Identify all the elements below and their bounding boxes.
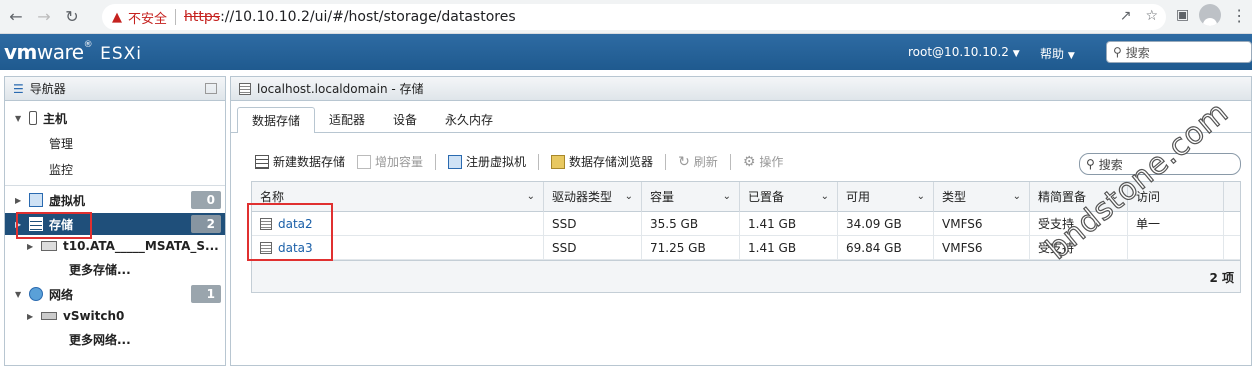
tab-devices[interactable]: 设备 <box>379 107 431 133</box>
collapsed-caret-icon[interactable]: ▶ <box>15 196 25 205</box>
increase-capacity-icon <box>357 154 372 169</box>
new-datastore-button[interactable]: 新建数据存储 <box>255 153 345 170</box>
tab-adapters[interactable]: 适配器 <box>315 107 379 133</box>
navigator-panel: ☰ 导航器 ▼ 主机 管理 监控 ▶ 虚拟机 0 ▶ 存储 2 ▶ t10.AT… <box>4 76 226 366</box>
column-header-drive-type[interactable]: 驱动器类型 ⌄ <box>544 182 642 212</box>
table-footer: 2 项 <box>252 260 1240 292</box>
provisioned-cell: 1.41 GB <box>740 212 838 236</box>
column-header-type[interactable]: 类型 ⌄ <box>934 182 1030 212</box>
provisioned-cell: 1.41 GB <box>740 236 838 260</box>
register-vm-button[interactable]: 注册虚拟机 <box>448 153 526 170</box>
collapse-panel-icon[interactable] <box>205 83 217 94</box>
warning-icon: ▲ <box>112 9 122 25</box>
chevron-down-icon: ⌄ <box>916 191 925 202</box>
panel-title: localhost.localdomain - 存储 <box>257 82 424 96</box>
nav-item-monitor[interactable]: 监控 <box>49 161 73 178</box>
increase-capacity-button[interactable]: 增加容量 <box>357 153 423 170</box>
free-cell: 34.09 GB <box>838 212 934 236</box>
chevron-down-icon: ▼ <box>1012 49 1020 59</box>
chevron-down-icon: ▼ <box>1067 51 1075 61</box>
help-menu[interactable]: 帮助 ▼ <box>1040 45 1075 62</box>
chevron-down-icon: ⌄ <box>526 191 535 202</box>
chevron-down-icon: ⌄ <box>722 191 731 202</box>
item-count: 2 项 <box>1209 271 1234 285</box>
sidebar-icon[interactable]: ▣ <box>1176 7 1189 23</box>
global-search-input[interactable]: ⚲ 搜索 <box>1106 41 1252 63</box>
drive-type-cell: SSD <box>544 236 642 260</box>
browser-toolbar: ← → ↻ ▲ 不安全 https ://10.10.10.2/ui/#/hos… <box>0 0 1252 34</box>
storage-count-badge: 2 <box>191 215 221 233</box>
drive-type-cell: SSD <box>544 212 642 236</box>
capacity-cell: 71.25 GB <box>642 236 740 260</box>
vm-icon <box>29 193 43 207</box>
new-datastore-icon <box>255 154 269 169</box>
disk-icon <box>41 241 57 251</box>
datastore-highlight-box <box>247 203 333 261</box>
nav-item-vms[interactable]: ▶ 虚拟机 0 <box>5 189 225 211</box>
esxi-header: vmware® ESXi root@10.10.10.2 ▼ 帮助 ▼ ⚲ 搜索 <box>0 34 1252 70</box>
forward-icon[interactable]: → <box>30 3 58 31</box>
chevron-down-icon: ⌄ <box>820 191 829 202</box>
nav-item-more-storage[interactable]: 更多存储... <box>69 261 131 278</box>
nav-item-storage-device[interactable]: ▶ t10.ATA_____MSATA_S... <box>5 235 225 257</box>
actions-button[interactable]: ⚙ 操作 <box>743 153 784 170</box>
expanded-caret-icon[interactable]: ▼ <box>15 290 25 299</box>
address-bar[interactable]: ▲ 不安全 https ://10.10.10.2/ui/#/host/stor… <box>102 4 1166 30</box>
type-cell: VMFS6 <box>934 212 1030 236</box>
refresh-button[interactable]: ↻ 刷新 <box>678 153 718 170</box>
url-scheme: https <box>184 9 221 25</box>
datastore-browser-button[interactable]: 数据存储浏览器 <box>551 153 653 170</box>
column-header-free[interactable]: 可用 ⌄ <box>838 182 934 212</box>
navigator-icon: ☰ <box>13 81 24 96</box>
access-cell: 单一 <box>1128 212 1224 236</box>
search-icon: ⚲ <box>1113 45 1122 59</box>
access-cell <box>1128 236 1224 260</box>
type-cell: VMFS6 <box>934 236 1030 260</box>
chevron-down-icon: ⌄ <box>624 191 633 202</box>
nav-item-network[interactable]: ▼ 网络 1 <box>5 283 225 305</box>
vmware-logo: vmware® ESXi <box>4 40 142 64</box>
datastore-toolbar: 新建数据存储 增加容量 注册虚拟机 数据存储浏览器 ↻ 刷新 ⚙ 操作 <box>255 153 795 170</box>
storage-icon <box>239 82 251 95</box>
share-icon[interactable]: ↗ <box>1120 8 1132 24</box>
switch-icon <box>41 312 57 320</box>
nav-item-host[interactable]: ▼ 主机 <box>5 107 225 129</box>
refresh-icon: ↻ <box>678 153 690 170</box>
profile-avatar[interactable] <box>1199 4 1222 26</box>
tab-datastores[interactable]: 数据存储 <box>237 107 316 133</box>
reload-icon[interactable]: ↻ <box>58 3 86 31</box>
nav-item-vswitch[interactable]: ▶ vSwitch0 <box>5 305 225 327</box>
menu-icon[interactable]: ⋮ <box>1231 6 1247 25</box>
host-icon <box>29 111 37 125</box>
network-icon <box>29 287 43 301</box>
bookmark-star-icon[interactable]: ☆ <box>1145 8 1158 24</box>
back-icon[interactable]: ← <box>2 3 30 31</box>
search-icon: ⚲ <box>1086 157 1095 171</box>
nav-item-more-networks[interactable]: 更多网络... <box>69 331 131 348</box>
panel-header: localhost.localdomain - 存储 <box>231 77 1251 101</box>
navigator-title: 导航器 <box>29 82 66 96</box>
network-count-badge: 1 <box>191 285 221 303</box>
chevron-down-icon: ⌄ <box>1012 191 1021 202</box>
register-vm-icon <box>448 154 463 169</box>
capacity-cell: 35.5 GB <box>642 212 740 236</box>
tab-persistent-memory[interactable]: 永久内存 <box>431 107 507 133</box>
vm-count-badge: 0 <box>191 191 221 209</box>
column-header-capacity[interactable]: 容量 ⌄ <box>642 182 740 212</box>
url-text: ://10.10.10.2/ui/#/host/storage/datastor… <box>220 9 516 25</box>
user-menu[interactable]: root@10.10.10.2 ▼ <box>908 45 1020 59</box>
free-cell: 69.84 GB <box>838 236 934 260</box>
storage-tabs: 数据存储 适配器 设备 永久内存 <box>237 107 507 133</box>
nav-item-manage[interactable]: 管理 <box>49 135 73 152</box>
navigator-header: ☰ 导航器 <box>5 77 225 101</box>
gear-icon: ⚙ <box>742 153 756 170</box>
folder-icon <box>551 154 566 169</box>
expanded-caret-icon[interactable]: ▼ <box>15 114 25 123</box>
column-header-provisioned[interactable]: 已置备 ⌄ <box>740 182 838 212</box>
insecure-label: 不安全 <box>128 11 168 27</box>
